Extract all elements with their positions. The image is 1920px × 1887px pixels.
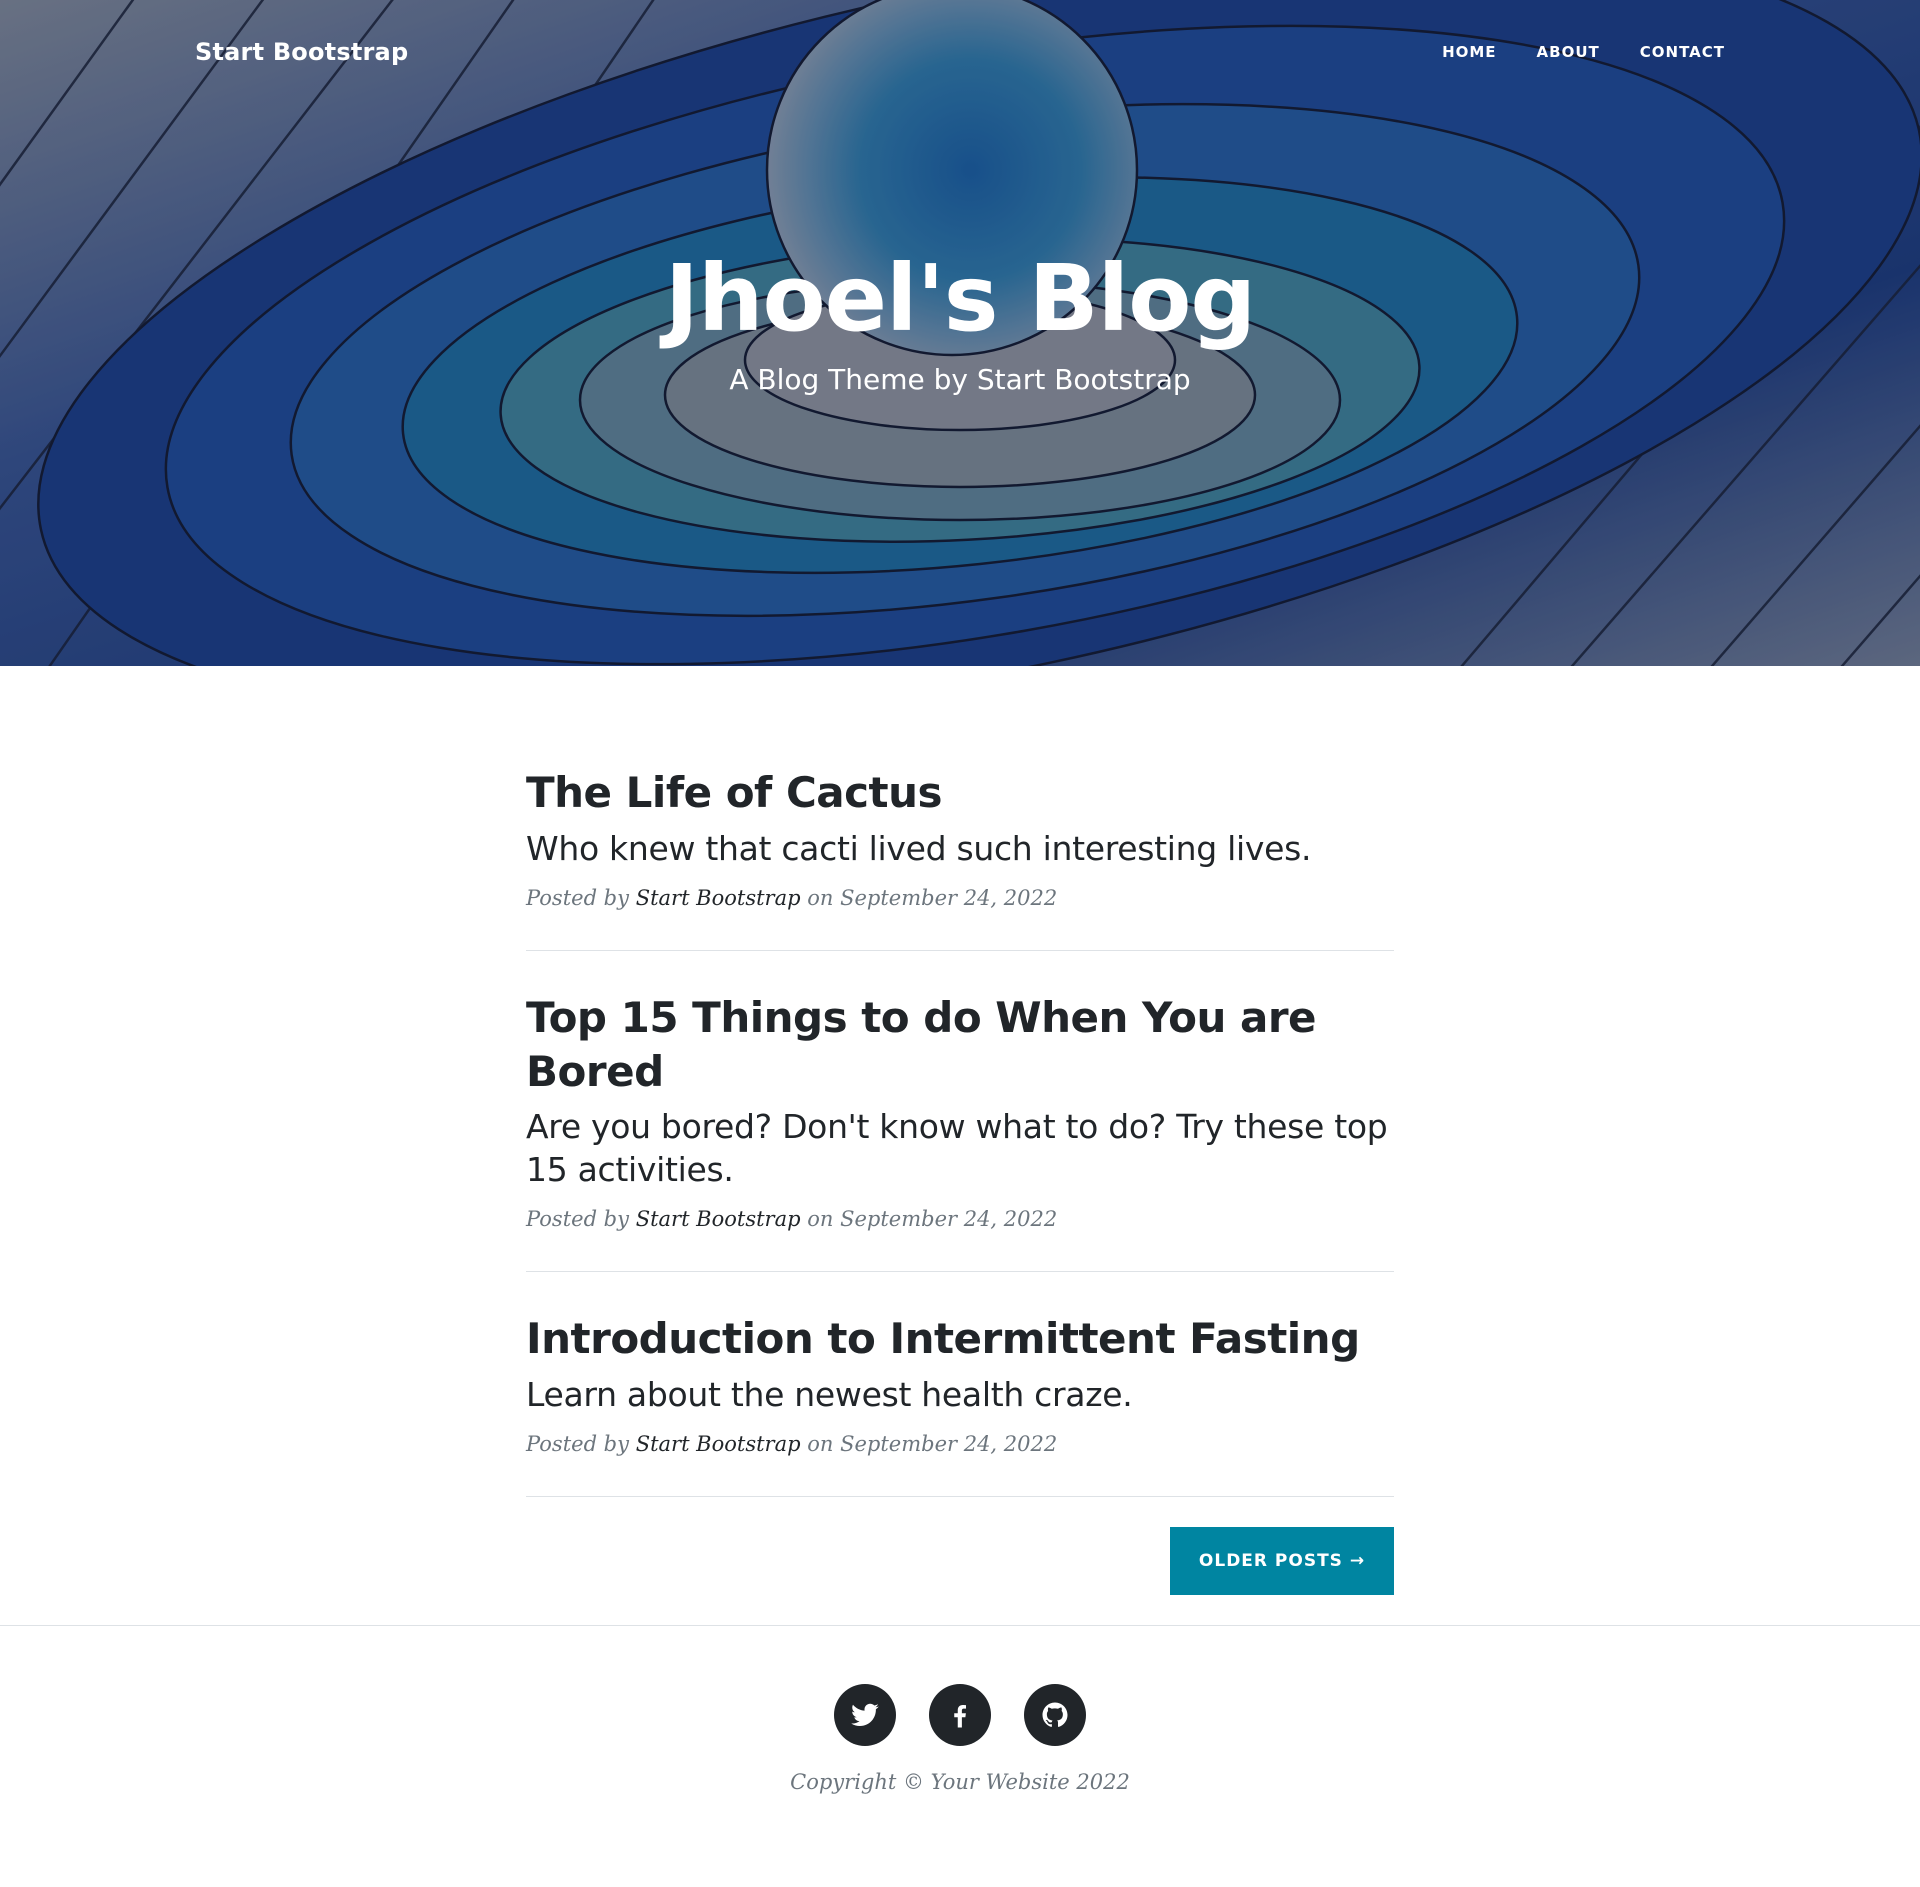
post-date: on September 24, 2022 (807, 1206, 1058, 1231)
post-title: Introduction to Intermittent Fasting (526, 1313, 1360, 1363)
site-heading: Jhoel's Blog A Blog Theme by Start Boots… (0, 248, 1920, 396)
post-date: on September 24, 2022 (807, 1431, 1058, 1456)
post-preview: The Life of Cactus Who knew that cacti l… (526, 766, 1394, 951)
navbar: Start Bootstrap Home About Contact (0, 0, 1920, 104)
post-author-link[interactable]: Start Bootstrap (636, 1207, 801, 1231)
post-preview: Top 15 Things to do When You are Bored A… (526, 991, 1394, 1272)
post-link[interactable]: The Life of Cactus Who knew that cacti l… (526, 766, 1394, 870)
post-date: on September 24, 2022 (807, 885, 1058, 910)
social-links (0, 1683, 1920, 1746)
facebook-link[interactable] (929, 1683, 991, 1746)
copyright-text: Copyright © Your Website 2022 (790, 1769, 1130, 1794)
nav-link-about[interactable]: About (1517, 33, 1620, 71)
pager: Older Posts → (526, 1526, 1394, 1625)
post-subtitle: Who knew that cacti lived such interesti… (526, 828, 1312, 868)
site-subtitle: A Blog Theme by Start Bootstrap (729, 363, 1191, 397)
posted-by-label: Posted by (526, 1431, 629, 1456)
posted-by-label: Posted by (526, 885, 629, 910)
post-meta: Posted by Start Bootstrap on September 2… (526, 1432, 1394, 1456)
nav-links: Home About Contact (1422, 33, 1745, 71)
post-link[interactable]: Top 15 Things to do When You are Bored A… (526, 991, 1394, 1191)
post-list: The Life of Cactus Who knew that cacti l… (526, 666, 1394, 1625)
post-author-link[interactable]: Start Bootstrap (636, 886, 801, 910)
post-subtitle: Learn about the newest health craze. (526, 1374, 1133, 1414)
post-author-link[interactable]: Start Bootstrap (636, 1432, 801, 1456)
posted-by-label: Posted by (526, 1206, 629, 1231)
post-title: Top 15 Things to do When You are Bored (526, 992, 1317, 1096)
facebook-icon (954, 1704, 966, 1728)
nav-link-contact[interactable]: Contact (1620, 33, 1745, 71)
github-icon (1042, 1702, 1068, 1727)
github-link[interactable] (1024, 1683, 1086, 1746)
post-preview: Introduction to Intermittent Fasting Lea… (526, 1312, 1394, 1497)
older-posts-button[interactable]: Older Posts → (1170, 1526, 1394, 1595)
nav-link-home[interactable]: Home (1422, 33, 1516, 71)
twitter-icon (851, 1703, 879, 1726)
post-meta: Posted by Start Bootstrap on September 2… (526, 1207, 1394, 1231)
post-subtitle: Are you bored? Don't know what to do? Tr… (526, 1107, 1388, 1189)
post-link[interactable]: Introduction to Intermittent Fasting Lea… (526, 1312, 1394, 1416)
post-meta: Posted by Start Bootstrap on September 2… (526, 886, 1394, 910)
masthead: Start Bootstrap Home About Contact Jhoel… (0, 0, 1920, 666)
site-title: Jhoel's Blog (664, 245, 1257, 352)
footer: Copyright © Your Website 2022 (0, 1624, 1920, 1794)
twitter-link[interactable] (834, 1683, 896, 1746)
post-title: The Life of Cactus (526, 768, 942, 817)
navbar-brand[interactable]: Start Bootstrap (195, 38, 408, 66)
